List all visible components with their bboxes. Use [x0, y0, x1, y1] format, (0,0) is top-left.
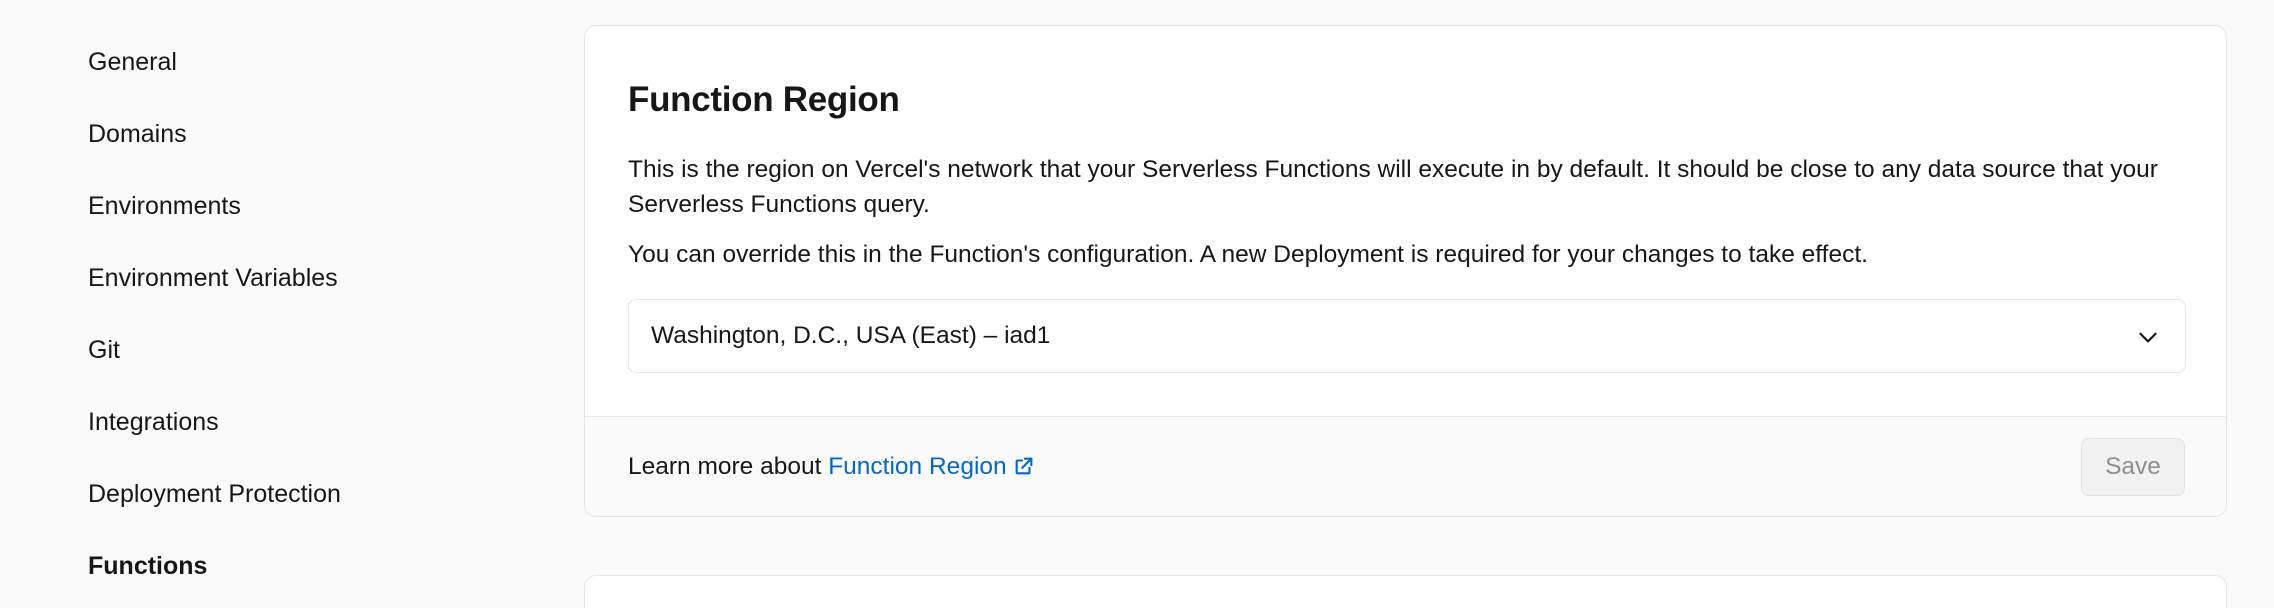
sidebar-item-environments[interactable]: Environments [88, 191, 241, 221]
sidebar-item-environment-variables[interactable]: Environment Variables [88, 263, 338, 293]
external-link-icon [1013, 454, 1035, 476]
learn-more-text: Learn more about Function Region [628, 451, 1035, 483]
sidebar-item-domains[interactable]: Domains [88, 119, 187, 149]
card-title: Function Region [628, 80, 900, 119]
region-select[interactable]: Washington, D.C., USA (East) – iad1 [628, 299, 2186, 373]
card-footer: Learn more about Function Region Save [585, 416, 2226, 516]
function-region-docs-link[interactable]: Function Region [828, 453, 1034, 480]
region-select-value: Washington, D.C., USA (East) – iad1 [651, 322, 1051, 349]
settings-sidebar: General Domains Environments Environment… [0, 0, 560, 608]
sidebar-item-integrations[interactable]: Integrations [88, 407, 219, 437]
function-region-card: Function Region This is the region on Ve… [584, 25, 2227, 517]
sidebar-item-functions[interactable]: Functions [88, 551, 207, 581]
next-settings-card [584, 575, 2227, 608]
function-region-link-label: Function Region [828, 453, 1007, 480]
override-description: You can override this in the Function's … [628, 241, 1868, 268]
sidebar-item-deployment-protection[interactable]: Deployment Protection [88, 479, 341, 509]
chevron-down-icon [2135, 324, 2161, 350]
settings-page: General Domains Environments Environment… [0, 0, 2274, 608]
learn-more-prefix: Learn more about [628, 453, 822, 480]
region-description: This is the region on Vercel's network t… [628, 156, 2158, 218]
sidebar-item-general[interactable]: General [88, 47, 177, 77]
sidebar-item-git[interactable]: Git [88, 335, 120, 365]
save-button[interactable]: Save [2081, 438, 2185, 496]
